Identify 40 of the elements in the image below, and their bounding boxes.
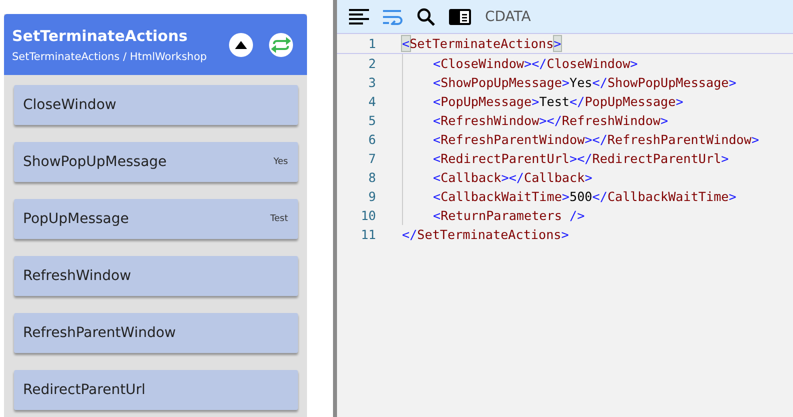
line-number: 1: [367, 36, 376, 51]
code-line: <SetTerminateActions>: [402, 35, 562, 53]
line-number: 2: [367, 56, 376, 71]
code-line: <PopUpMessage>Test</PopUpMessage>: [433, 93, 684, 111]
code-line: <ReturnParameters />: [433, 207, 585, 225]
code-line: <CloseWindow></CloseWindow>: [433, 55, 638, 73]
line-number: 6: [367, 132, 376, 147]
caret-up-icon: [235, 40, 247, 48]
line-number: 5: [367, 113, 376, 128]
code-line: <Callback></Callback>: [433, 169, 592, 187]
code-line: </SetTerminateActions>: [402, 226, 569, 244]
breadcrumb: SetTerminateActions / HtmlWorkshop: [12, 50, 208, 62]
property-item[interactable]: RefreshParentWindow: [14, 313, 298, 353]
property-item[interactable]: PopUpMessage Test: [14, 199, 298, 239]
property-value: Yes: [273, 157, 288, 167]
code-line: <CallbackWaitTime>500</CallbackWaitTime>: [433, 188, 736, 206]
line-number: 4: [367, 94, 376, 109]
line-number: 8: [367, 170, 376, 185]
code-line: <RefreshWindow></RefreshWindow>: [433, 112, 668, 130]
panel-title: SetTerminateActions: [12, 26, 189, 44]
line-number: 10: [360, 208, 376, 223]
property-item[interactable]: CloseWindow: [14, 85, 298, 125]
code-line: <RefreshParentWindow></RefreshParentWindow>: [433, 131, 760, 149]
line-number: 7: [367, 151, 376, 166]
line-number: 11: [360, 227, 376, 242]
line-number: 3: [367, 75, 376, 90]
search-button[interactable]: [417, 8, 435, 26]
refresh-button[interactable]: [269, 32, 293, 56]
line-number: 9: [367, 189, 376, 204]
property-item[interactable]: RedirectParentUrl: [14, 370, 298, 410]
code-line: <ShowPopUpMessage>Yes</ShowPopUpMessage>: [433, 74, 736, 92]
format-button[interactable]: [349, 8, 369, 24]
panel-toggle-button[interactable]: [449, 8, 471, 24]
property-item[interactable]: RefreshWindow: [14, 256, 298, 296]
cdata-button[interactable]: CDATA: [485, 8, 531, 24]
collapse-button[interactable]: [229, 32, 253, 56]
property-item[interactable]: ShowPopUpMessage Yes: [14, 142, 298, 182]
wrap-button[interactable]: [383, 8, 403, 24]
property-value: Test: [270, 214, 288, 224]
code-line: <RedirectParentUrl></RedirectParentUrl>: [433, 150, 729, 168]
